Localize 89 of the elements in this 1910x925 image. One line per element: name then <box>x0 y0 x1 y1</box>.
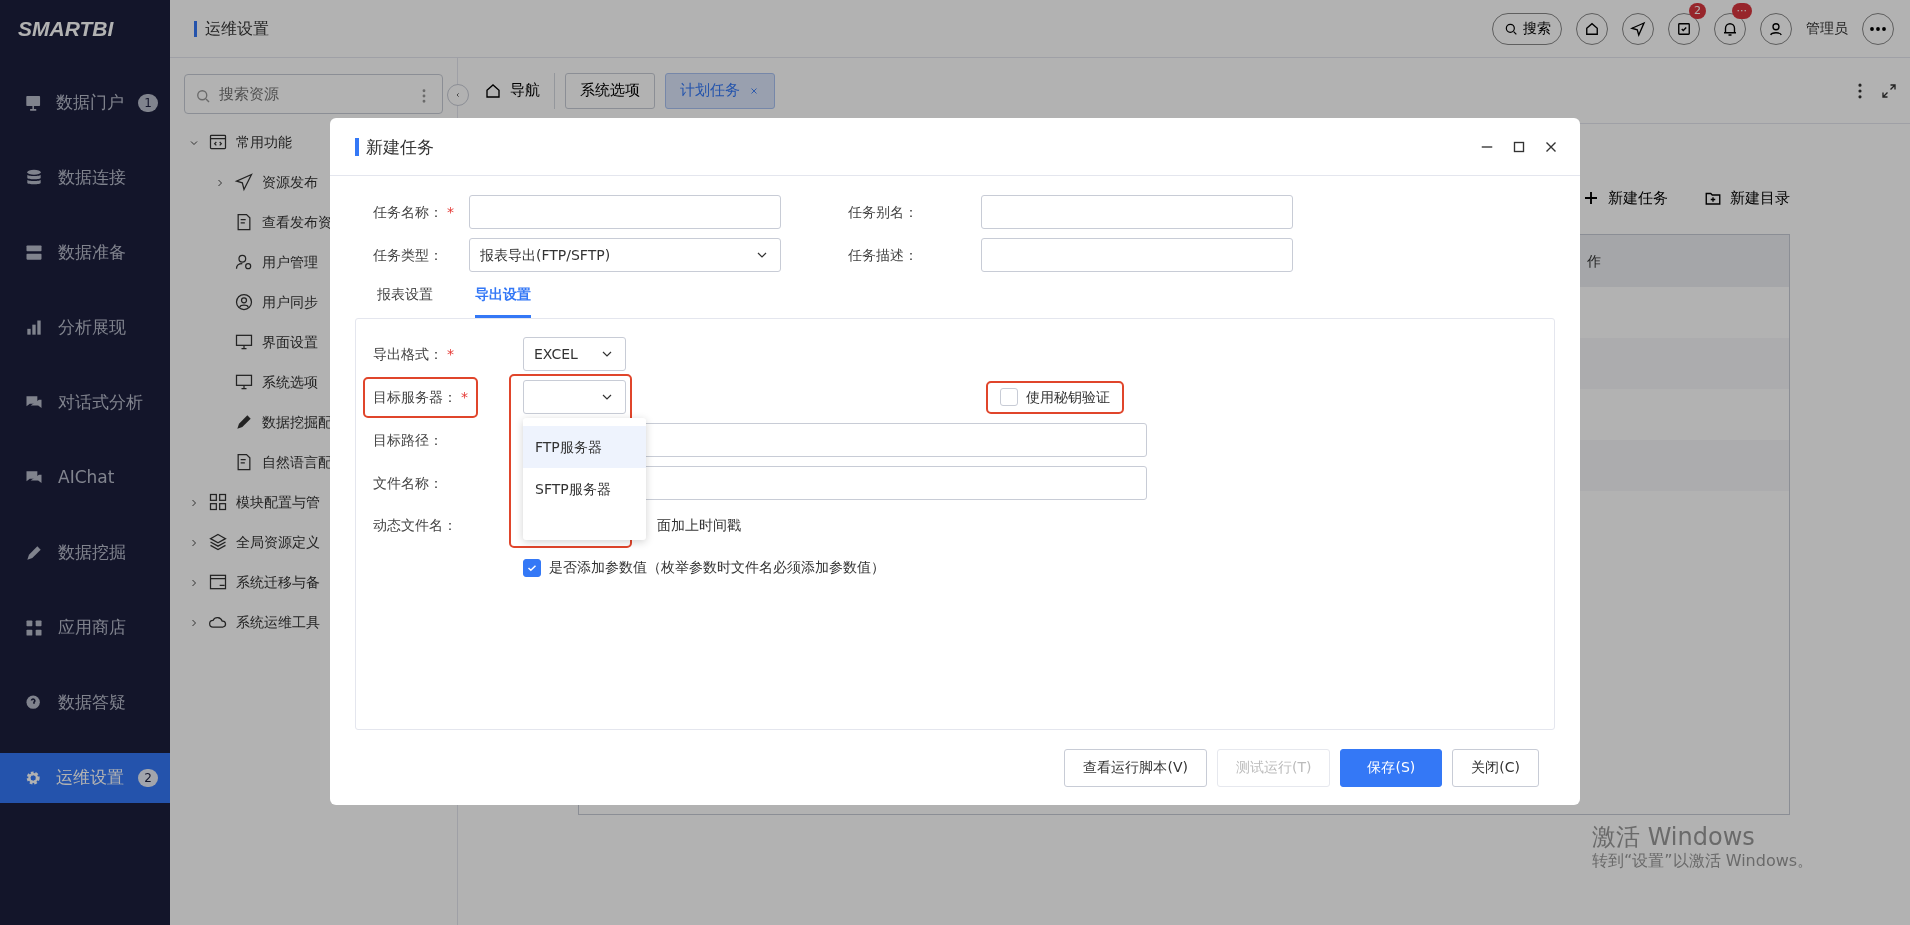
tree-item[interactable]: 系统选项 <box>262 371 318 393</box>
plus-icon <box>1582 189 1600 207</box>
select-field[interactable] <box>523 380 626 414</box>
tree-item[interactable]: 界面设置 <box>262 331 318 353</box>
field-label: 目标路径： <box>373 431 443 448</box>
checkbox-label[interactable]: 是否添加参数值（枚举参数时文件名必须添加参数值） <box>549 557 885 578</box>
sidebar-item[interactable]: AIChat <box>0 453 170 503</box>
home-button[interactable] <box>1576 12 1608 45</box>
notifications-button[interactable] <box>1714 12 1746 45</box>
search-field[interactable]: 搜索资源 <box>184 74 443 114</box>
field-label: 任务类型： <box>373 245 444 265</box>
field-label: 动态文件名： <box>373 517 457 533</box>
sidebar-item[interactable]: 数据挖掘 <box>0 528 170 578</box>
paper-plane-icon <box>234 172 254 192</box>
search-icon <box>194 87 212 105</box>
grid-icon <box>208 492 228 512</box>
pen-icon <box>24 543 44 563</box>
user-name[interactable]: 管理员 <box>1806 18 1848 39</box>
more-button[interactable] <box>1862 12 1894 45</box>
server-icon <box>24 243 44 263</box>
sidebar-item[interactable]: 对话式分析 <box>0 378 170 428</box>
tree-item[interactable]: 查看发布资 <box>262 211 332 233</box>
select-field[interactable]: EXCEL <box>523 337 626 371</box>
tasks-button[interactable] <box>1668 12 1700 45</box>
sidebar-item[interactable]: 数据准备 <box>0 228 170 278</box>
tab[interactable]: 报表设置 <box>377 282 433 318</box>
field-label: 文件名称： <box>373 474 443 491</box>
dropdown-option[interactable]: FTP服务器 <box>523 426 646 468</box>
logo: SMARTBI <box>18 16 114 43</box>
layers-icon <box>208 532 228 552</box>
input-field[interactable] <box>981 195 1293 229</box>
user-sync-icon <box>234 292 254 312</box>
bar-chart-icon <box>24 318 44 338</box>
tree-item[interactable]: 系统运维工具 <box>236 611 320 633</box>
collapse-button[interactable] <box>447 84 469 106</box>
sidebar-item[interactable]: 应用商店 <box>0 603 170 653</box>
count-badge: 2 <box>1689 2 1706 19</box>
field-label: 任务描述： <box>848 245 919 265</box>
dialog-title: 新建任务 <box>355 137 434 156</box>
field-label: 任务名称： * <box>373 202 455 222</box>
tree-item[interactable]: 常用功能 <box>236 131 292 153</box>
field-label: 任务别名： <box>848 202 919 222</box>
send-button[interactable] <box>1622 12 1654 45</box>
new-folder-button[interactable]: 新建目录 <box>1704 186 1790 210</box>
pen-icon <box>234 412 254 432</box>
screen-icon <box>234 372 254 392</box>
dialog-button[interactable]: 保存(S) <box>1340 748 1443 787</box>
sidebar-item[interactable]: 数据门户 1 <box>0 78 170 128</box>
apps-icon <box>24 618 44 638</box>
dialog-button[interactable]: 关闭(C) <box>1452 748 1539 787</box>
checkbox[interactable] <box>523 558 541 577</box>
tree-item[interactable]: 用户同步 <box>262 291 318 313</box>
tree-item[interactable]: 资源发布 <box>262 171 318 193</box>
checkbox[interactable] <box>1000 388 1018 406</box>
tab[interactable]: 系统选项 <box>565 72 655 109</box>
activation-notice-title: 激活 Windows <box>1592 824 1756 852</box>
user-gear-icon <box>234 252 254 272</box>
tree-item[interactable]: 全局资源定义 <box>236 531 320 553</box>
tree-item[interactable]: 模块配置与管 <box>236 491 320 513</box>
dialog-button[interactable]: 查看运行脚本(V) <box>1064 748 1207 787</box>
sidebar-item[interactable]: 数据答疑 <box>0 678 170 728</box>
monitor-icon <box>24 93 43 113</box>
search-button[interactable]: 搜索 <box>1492 12 1562 45</box>
field-label: 导出格式： * <box>373 345 454 362</box>
sidebar-item[interactable]: 数据连接 <box>0 153 170 203</box>
expand-icon[interactable] <box>1880 81 1898 100</box>
code-window-icon <box>208 132 228 152</box>
tab[interactable]: 导航 <box>470 72 555 109</box>
checkbox-label: 面加上时间戳 <box>657 516 741 535</box>
field-label: 目标服务器： * <box>373 388 468 405</box>
new-task-button[interactable]: 新建任务 <box>1582 186 1668 210</box>
sidebar-item[interactable]: 运维设置 2 <box>0 753 170 803</box>
dropdown-option[interactable]: SFTP服务器 <box>523 468 646 510</box>
tab[interactable]: 导出设置 <box>475 282 531 318</box>
column-header: 作 <box>1587 251 1601 271</box>
select-field[interactable]: 报表导出(FTP/SFTP) <box>469 238 781 272</box>
input-field[interactable] <box>469 195 781 229</box>
paper-plane-icon <box>1629 19 1647 38</box>
checkbox-label[interactable]: 使用秘钥验证 <box>1026 386 1110 408</box>
user-avatar[interactable] <box>1760 12 1792 45</box>
input-field[interactable] <box>981 238 1293 272</box>
screen-icon <box>234 332 254 352</box>
tree-item[interactable]: 系统迁移与备 <box>236 571 320 593</box>
window-icon <box>208 572 228 592</box>
count-badge: ··· <box>1731 2 1752 19</box>
activation-notice-text: 转到“设置”以激活 Windows。 <box>1592 851 1814 870</box>
tree-item[interactable]: 用户管理 <box>262 251 318 273</box>
sidebar-item[interactable]: 分析展现 <box>0 303 170 353</box>
page-title: 运维设置 <box>194 20 269 37</box>
